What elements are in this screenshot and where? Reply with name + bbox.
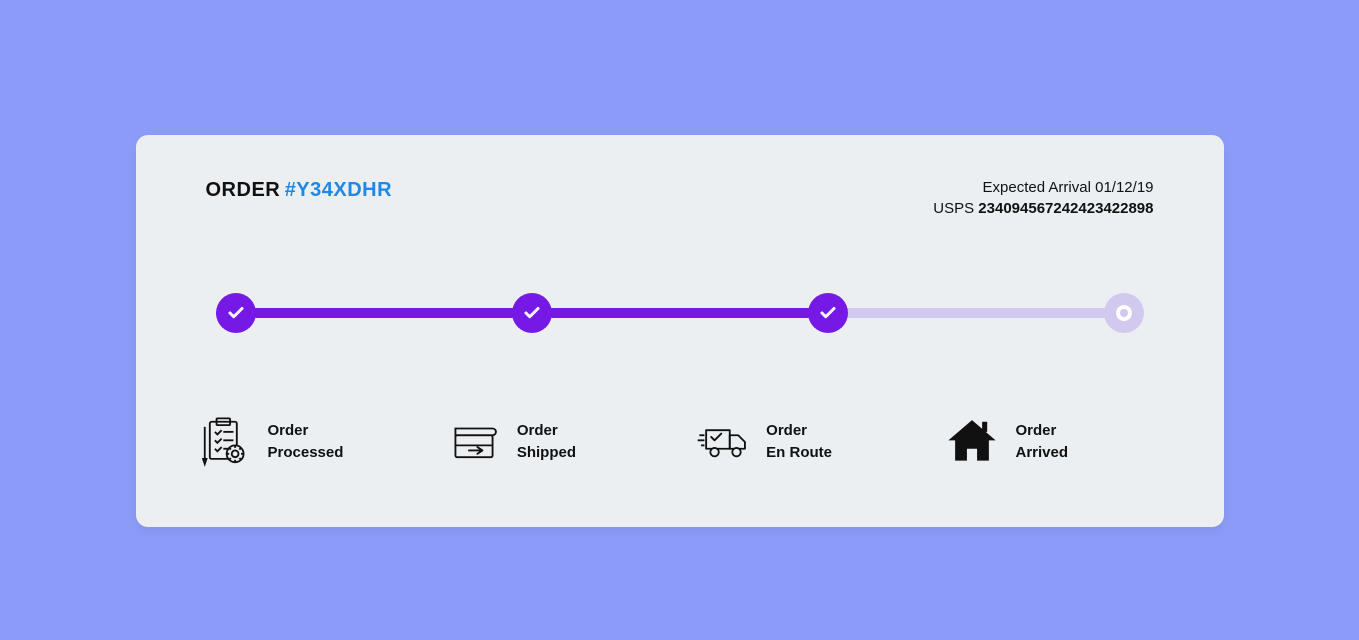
shipping-info: Expected Arrival 01/12/19 USPS 234094567…: [933, 179, 1153, 217]
step-line1: Order: [517, 420, 576, 442]
package-icon: [445, 413, 503, 471]
step-text: Order En Route: [766, 420, 832, 464]
order-title: ORDER #Y34XDHR: [206, 179, 393, 202]
expected-arrival: Expected Arrival 01/12/19: [933, 179, 1153, 196]
step-line2: Shipped: [517, 442, 576, 464]
step-node-4: [1104, 293, 1144, 333]
tracking-line: USPS 234094567242423422898: [933, 200, 1153, 217]
tracking-card: ORDER #Y34XDHR Expected Arrival 01/12/19…: [136, 135, 1224, 527]
step-shipped: Order Shipped: [445, 413, 665, 471]
step-line2: Processed: [268, 442, 344, 464]
step-node-2: [512, 293, 552, 333]
carrier-name: USPS: [933, 200, 974, 217]
truck-icon: [694, 413, 752, 471]
track-nodes: [216, 293, 1144, 333]
order-label: ORDER: [206, 179, 281, 201]
step-line1: Order: [1015, 420, 1068, 442]
step-processed: Order Processed: [196, 413, 416, 471]
step-text: Order Arrived: [1015, 420, 1068, 464]
step-node-1: [216, 293, 256, 333]
order-id: #Y34XDHR: [285, 179, 392, 201]
check-icon: [227, 304, 245, 322]
tracking-number: 234094567242423422898: [978, 200, 1153, 217]
step-line1: Order: [766, 420, 832, 442]
step-line2: Arrived: [1015, 442, 1068, 464]
step-line2: En Route: [766, 442, 832, 464]
step-text: Order Shipped: [517, 420, 576, 464]
arrival-date: 01/12/19: [1095, 179, 1153, 196]
step-arrived: Order Arrived: [943, 413, 1163, 471]
step-enroute: Order En Route: [694, 413, 914, 471]
progress-track: [216, 293, 1144, 333]
check-icon: [819, 304, 837, 322]
home-icon: [943, 413, 1001, 471]
header-row: ORDER #Y34XDHR Expected Arrival 01/12/19…: [206, 179, 1154, 217]
circle-icon: [1116, 305, 1132, 321]
arrival-label: Expected Arrival: [983, 179, 1091, 196]
step-text: Order Processed: [268, 420, 344, 464]
clipboard-icon: [196, 413, 254, 471]
step-line1: Order: [268, 420, 344, 442]
check-icon: [523, 304, 541, 322]
step-node-3: [808, 293, 848, 333]
steps-row: Order Processed Order Shipped: [196, 413, 1164, 471]
